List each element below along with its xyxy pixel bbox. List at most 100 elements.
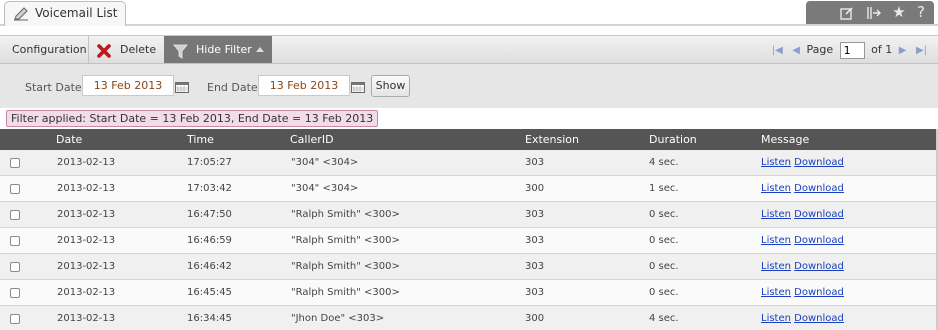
cell-extension: 303 <box>525 235 545 246</box>
column-header-callerid[interactable]: CallerID <box>290 129 334 150</box>
listen-link[interactable]: Listen <box>761 313 791 324</box>
cell-callerid: "304" <304> <box>291 157 359 168</box>
cell-duration: 0 sec. <box>649 209 679 220</box>
cell-extension: 303 <box>525 209 545 220</box>
tab-voicemail-list[interactable]: Voicemail List <box>4 1 126 26</box>
cell-extension: 303 <box>525 261 545 272</box>
cell-message: Listen Download <box>761 176 844 202</box>
download-link[interactable]: Download <box>794 183 844 194</box>
table-row[interactable]: 2013-02-13 16:46:42 "Ralph Smith" <300> 303… <box>0 254 936 280</box>
last-page-icon[interactable]: ▶| <box>916 37 927 64</box>
row-checkbox[interactable] <box>10 314 20 324</box>
cell-message: Listen Download <box>761 150 844 176</box>
download-link[interactable]: Download <box>794 235 844 246</box>
tab-bar: Voicemail List ★ ? <box>0 0 938 26</box>
delete-label: Delete <box>120 43 157 56</box>
download-link[interactable]: Download <box>794 287 844 298</box>
table-body: 2013-02-13 17:05:27 "304" <304> 303 4 sec. Li… <box>0 150 936 330</box>
table-row[interactable]: 2013-02-13 16:45:45 "Ralph Smith" <300> 303… <box>0 280 936 306</box>
hide-filter-label: Hide Filter <box>196 43 252 56</box>
column-header-duration[interactable]: Duration <box>649 129 697 150</box>
column-header-message[interactable]: Message <box>761 129 809 150</box>
table-row[interactable]: 2013-02-13 17:03:42 "304" <304> 300 1 sec. Li… <box>0 176 936 202</box>
calendar-icon[interactable] <box>175 82 189 93</box>
row-checkbox[interactable] <box>10 236 20 246</box>
cell-extension: 303 <box>525 287 545 298</box>
cell-extension: 300 <box>525 183 545 194</box>
cell-duration: 0 sec. <box>649 235 679 246</box>
table-row[interactable]: 2013-02-13 17:05:27 "304" <304> 303 4 sec. Li… <box>0 150 936 176</box>
dock-icon[interactable] <box>863 3 885 22</box>
column-header-date[interactable]: Date <box>56 129 82 150</box>
download-link[interactable]: Download <box>794 157 844 168</box>
cell-message: Listen Download <box>761 202 844 228</box>
cell-callerid: "304" <304> <box>291 183 359 194</box>
column-header-extension[interactable]: Extension <box>525 129 579 150</box>
page-count-label: of 1 <box>871 43 893 56</box>
column-header-time[interactable]: Time <box>187 129 214 150</box>
edit-icon[interactable] <box>836 3 858 22</box>
filter-panel: Start Date: End Date: Show <box>0 64 938 108</box>
calendar-icon[interactable] <box>351 82 365 93</box>
listen-link[interactable]: Listen <box>761 235 791 246</box>
collapse-arrow-icon <box>255 47 264 52</box>
download-link[interactable]: Download <box>794 313 844 324</box>
cell-callerid: "Ralph Smith" <300> <box>291 235 400 246</box>
cell-callerid: "Jhon Doe" <303> <box>291 313 385 324</box>
listen-link[interactable]: Listen <box>761 209 791 220</box>
tab-bar-baseline <box>0 24 938 26</box>
page-input[interactable] <box>839 41 865 59</box>
cell-extension: 303 <box>525 157 545 168</box>
cell-message: Listen Download <box>761 254 844 280</box>
cell-date: 2013-02-13 <box>57 261 116 272</box>
delete-x-icon <box>96 42 112 58</box>
cell-callerid: "Ralph Smith" <300> <box>291 287 400 298</box>
page-label: Page <box>806 43 834 56</box>
cell-time: 16:46:42 <box>187 261 232 272</box>
star-icon[interactable]: ★ <box>888 3 910 22</box>
listen-link[interactable]: Listen <box>761 183 791 194</box>
help-icon[interactable]: ? <box>910 3 932 22</box>
cell-duration: 0 sec. <box>649 287 679 298</box>
table-row[interactable]: 2013-02-13 16:46:59 "Ralph Smith" <300> 303… <box>0 228 936 254</box>
start-date-field[interactable] <box>82 75 174 96</box>
configuration-button[interactable]: Configuration <box>12 36 87 63</box>
row-checkbox[interactable] <box>10 262 20 272</box>
toolbar-divider <box>88 36 89 63</box>
filter-applied-badge: Filter applied: Start Date = 13 Feb 2013… <box>6 110 379 127</box>
pager: |◀ ◀ Page of 1 ▶ ▶| <box>769 36 930 63</box>
end-date-label: End Date: <box>207 81 262 94</box>
cell-time: 16:45:45 <box>187 287 232 298</box>
row-checkbox[interactable] <box>10 210 20 220</box>
funnel-icon <box>173 42 188 59</box>
row-checkbox[interactable] <box>10 184 20 194</box>
window-controls: ★ ? <box>806 1 934 24</box>
cell-time: 16:47:50 <box>187 209 232 220</box>
cell-callerid: "Ralph Smith" <300> <box>291 209 400 220</box>
cell-time: 17:05:27 <box>187 157 232 168</box>
cell-message: Listen Download <box>761 280 844 306</box>
cell-time: 16:34:45 <box>187 313 232 324</box>
row-checkbox[interactable] <box>10 158 20 168</box>
cell-date: 2013-02-13 <box>57 313 116 324</box>
delete-button[interactable]: Delete <box>96 36 156 63</box>
cell-time: 17:03:42 <box>187 183 232 194</box>
first-page-icon[interactable]: |◀ <box>772 37 783 64</box>
toolbar: Configuration Delete Hide Filter |◀ ◀ Pa… <box>0 35 938 64</box>
download-link[interactable]: Download <box>794 209 844 220</box>
cell-date: 2013-02-13 <box>57 209 116 220</box>
table-row[interactable]: 2013-02-13 16:47:50 "Ralph Smith" <300> 303… <box>0 202 936 228</box>
row-checkbox[interactable] <box>10 288 20 298</box>
next-page-icon[interactable]: ▶ <box>899 37 907 64</box>
cell-callerid: "Ralph Smith" <300> <box>291 261 400 272</box>
table-row[interactable]: 2013-02-13 16:34:45 "Jhon Doe" <303> 300 4 s… <box>0 306 936 330</box>
hide-filter-button[interactable]: Hide Filter <box>164 36 272 63</box>
end-date-field[interactable] <box>258 75 350 96</box>
prev-page-icon[interactable]: ◀ <box>792 37 800 64</box>
download-link[interactable]: Download <box>794 261 844 272</box>
cell-message: Listen Download <box>761 306 844 330</box>
show-button[interactable]: Show <box>371 75 410 97</box>
listen-link[interactable]: Listen <box>761 287 791 298</box>
listen-link[interactable]: Listen <box>761 157 791 168</box>
listen-link[interactable]: Listen <box>761 261 791 272</box>
